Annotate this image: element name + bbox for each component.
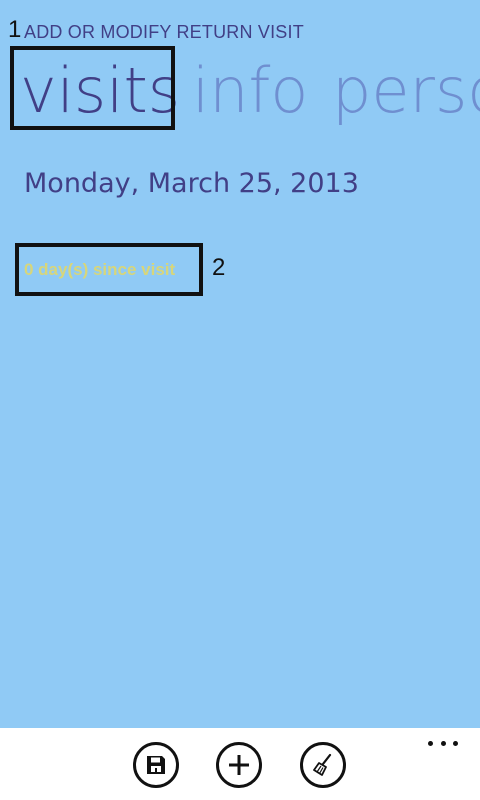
clear-broom-icon (313, 753, 332, 776)
visit-date[interactable]: Monday, March 25, 2013 (24, 168, 359, 199)
application-bar (0, 728, 480, 800)
tab-info[interactable]: info (192, 54, 308, 128)
tab-personal[interactable]: perso (332, 54, 480, 128)
save-icon (147, 756, 165, 774)
pivot-header: visits info perso (0, 54, 480, 140)
app-page: 1 ADD OR MODIFY RETURN VISIT visits info… (0, 0, 480, 728)
save-button[interactable] (133, 742, 179, 788)
days-since-visit-label: 0 day(s) since visit (24, 260, 176, 279)
annotation-marker-1: 1 (8, 16, 22, 43)
page-header-title: ADD OR MODIFY RETURN VISIT (24, 22, 304, 42)
clear-button[interactable] (300, 742, 346, 788)
ellipsis-icon[interactable] (428, 738, 458, 748)
annotation-marker-2: 2 (212, 254, 226, 281)
add-icon (229, 755, 249, 775)
tab-visits[interactable]: visits (20, 54, 180, 128)
add-button[interactable] (216, 742, 262, 788)
